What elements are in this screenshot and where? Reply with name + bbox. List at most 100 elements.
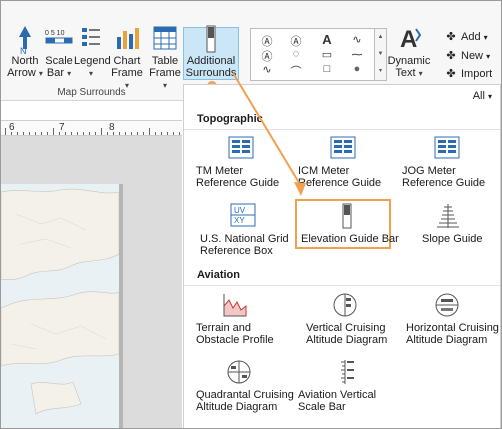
item-label: Horizontal Cruising Altitude Diagram <box>406 322 499 346</box>
chart-frame-icon <box>109 23 145 55</box>
dynamic-text-label: Dynamic <box>387 55 431 67</box>
ruler-tick <box>71 132 72 135</box>
section-title: Topographic <box>197 113 263 125</box>
ruler-tick <box>53 128 54 135</box>
scroll-down-icon[interactable]: ▼ <box>375 46 386 63</box>
chevron-down-icon: ▾ <box>88 69 93 78</box>
ruler-tick <box>161 132 162 135</box>
text-style-icon[interactable]: Ⓐ <box>287 33 305 48</box>
ruler-tick <box>11 132 12 135</box>
legend-button[interactable]: Legend ▾ <box>74 23 111 80</box>
import-button[interactable]: ✤ Import <box>444 66 492 82</box>
text-gallery[interactable]: Ⓐ Ⓐ A ∿ Ⓐ ◌ ▭ ⁓ ∿ ⌒ □ ● <box>250 28 377 81</box>
table-frame-label-2: Frame <box>149 67 181 79</box>
dynamic-text-button[interactable]: A Dynamic Text ▾ <box>386 23 432 80</box>
new-button[interactable]: ✤ New ▾ <box>444 48 490 64</box>
north-arrow-label-2: Arrow <box>7 67 36 79</box>
import-label: Import <box>461 68 493 80</box>
item-label: Aviation Vertical Scale Bar <box>298 389 377 413</box>
text-style-icon[interactable]: A <box>318 32 336 47</box>
svg-text:0 5 10: 0 5 10 <box>45 30 65 37</box>
callout-icon[interactable]: ◌ <box>287 48 305 62</box>
additional-surrounds-gallery: All ▾ Topographic TM Meter Reference Gui… <box>183 84 501 428</box>
ruler-tick <box>77 132 78 135</box>
legend-icon <box>74 23 108 55</box>
add-label: Add <box>461 31 481 43</box>
item-label: Quadrantal Cruising Altitude Diagram <box>196 389 294 413</box>
scroll-up-icon[interactable]: ▲ <box>375 29 386 46</box>
ruler-tick <box>179 132 180 135</box>
polygon-text-icon[interactable]: ▭ <box>318 48 336 62</box>
circle-text-icon[interactable]: ● <box>348 63 366 77</box>
quadrantal-altitude-icon <box>226 359 252 385</box>
item-label: Elevation Guide Bar <box>301 233 399 245</box>
scale-bar-icon: 0 5 10 <box>43 23 75 55</box>
ruler-tick <box>137 132 138 135</box>
ruler-tick <box>125 132 126 135</box>
chart-frame-button[interactable]: Chart Frame ▾ <box>109 23 145 92</box>
chevron-down-icon: ▾ <box>67 69 72 78</box>
ruler-tick <box>65 132 66 135</box>
scale-bar-button[interactable]: 0 5 10 Scale Bar ▾ <box>43 23 75 80</box>
aviation-scale-bar-icon <box>332 359 358 385</box>
curved-text-icon[interactable]: ∿ <box>348 33 366 47</box>
ruler-tick <box>119 132 120 135</box>
ruler-tick <box>101 128 102 135</box>
svg-text:XY: XY <box>234 216 245 225</box>
ruler-tick <box>5 128 6 135</box>
terrain-profile-icon <box>222 292 248 318</box>
legend-label: Legend <box>74 55 111 67</box>
ruler-tick <box>89 132 90 135</box>
ruler-tick <box>83 132 84 135</box>
import-icon: ✤ <box>446 68 456 80</box>
filter-dropdown[interactable]: All ▾ <box>473 90 492 102</box>
text-style-icon[interactable]: Ⓐ <box>258 48 276 63</box>
north-arrow-icon: N <box>7 23 43 56</box>
elevation-bar-icon <box>183 23 239 55</box>
additional-surrounds-button[interactable]: Additional Surrounds▾ <box>183 23 239 91</box>
additional-surrounds-label: Additional <box>186 55 236 67</box>
table-frame-button[interactable]: Table Frame ▾ <box>147 23 183 92</box>
ruler-tick <box>47 132 48 135</box>
world-map-image <box>1 184 120 428</box>
page-shadow <box>119 184 123 428</box>
chevron-down-icon: ▾ <box>487 92 492 101</box>
tm-meter-icon <box>228 135 254 161</box>
new-icon: ✤ <box>446 50 456 62</box>
chevron-down-icon: ▾ <box>418 69 423 78</box>
ruler-tick <box>41 132 42 135</box>
north-arrow-button[interactable]: N North Arrow ▾ <box>7 23 43 80</box>
svg-text:UV: UV <box>234 206 246 215</box>
gallery-expand-icon[interactable]: ▾ <box>375 63 386 80</box>
layout-canvas[interactable] <box>1 136 182 428</box>
ruler-tick <box>149 128 150 135</box>
map-frame[interactable] <box>1 184 120 428</box>
section-aviation: Aviation <box>184 265 500 286</box>
svg-text:A: A <box>400 26 417 53</box>
new-label: New <box>461 50 484 62</box>
leader-icon[interactable]: ⌒ <box>287 63 305 78</box>
ruler-tick <box>131 132 132 135</box>
chart-frame-label: Chart <box>113 55 141 67</box>
item-label: Terrain and Obstacle Profile <box>196 322 274 346</box>
dynamic-text-label-2: Text <box>395 67 416 79</box>
ruler-tick <box>173 132 174 135</box>
elevation-bar-icon <box>334 203 360 229</box>
svg-text:N: N <box>20 46 27 55</box>
slope-guide-icon <box>435 203 461 229</box>
app-window: N North Arrow ▾ 0 5 10 Scale Bar ▾ Legen… <box>0 0 502 429</box>
chevron-down-icon: ▾ <box>483 33 488 42</box>
add-icon: ✤ <box>446 31 456 43</box>
chart-frame-label-2: Frame <box>111 67 143 79</box>
item-label: Slope Guide <box>422 233 483 245</box>
table-frame-label: Table <box>151 55 179 67</box>
rectangle-text-icon[interactable]: □ <box>318 63 336 77</box>
ruler-tick <box>23 132 24 135</box>
spline-text-icon[interactable]: ⁓ <box>348 48 366 62</box>
text-style-icon[interactable]: Ⓐ <box>258 33 276 48</box>
add-button[interactable]: ✤ Add ▾ <box>444 29 488 45</box>
horizontal-ruler: 6 7 8 <box>1 120 182 136</box>
north-arrow-label: North <box>11 55 39 67</box>
wave-text-icon[interactable]: ∿ <box>258 63 276 77</box>
ruler-tick <box>17 132 18 135</box>
